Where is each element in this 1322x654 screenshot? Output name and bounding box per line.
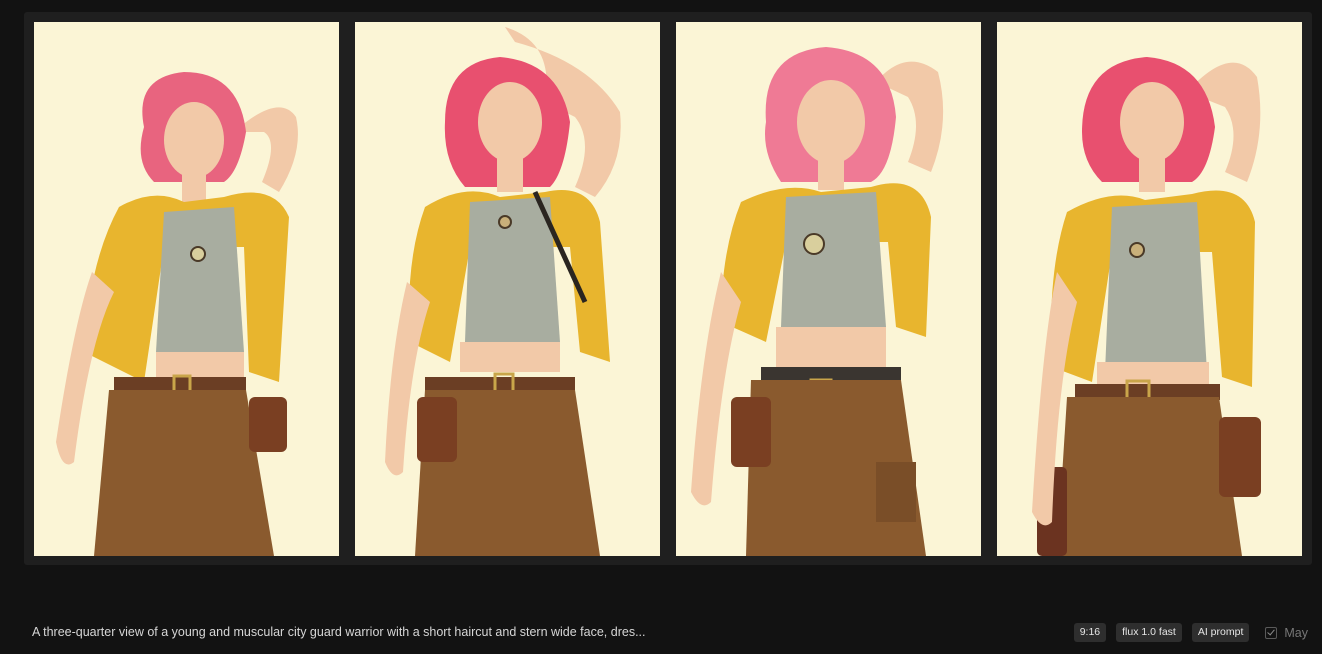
aspect-ratio-tag[interactable]: 9:16 bbox=[1073, 623, 1107, 642]
generation-footer: A three-quarter view of a young and musc… bbox=[0, 618, 1322, 648]
character-illustration-3 bbox=[676, 22, 981, 556]
public-toggle[interactable]: May bbox=[1265, 626, 1308, 640]
character-illustration-4 bbox=[997, 22, 1302, 556]
ai-prompt-tag[interactable]: AI prompt bbox=[1191, 623, 1250, 642]
model-tag[interactable]: flux 1.0 fast bbox=[1116, 623, 1182, 642]
character-illustration-2 bbox=[355, 22, 660, 556]
image-gallery-card bbox=[24, 12, 1312, 565]
checkbox-icon[interactable] bbox=[1265, 626, 1278, 639]
app-window: A three-quarter view of a young and musc… bbox=[0, 0, 1322, 654]
prompt-text[interactable]: A three-quarter view of a young and musc… bbox=[32, 625, 646, 639]
generated-image-4[interactable] bbox=[997, 22, 1302, 556]
character-illustration-1 bbox=[34, 22, 339, 556]
generated-image-2[interactable] bbox=[355, 22, 660, 556]
generation-tags: 9:16 flux 1.0 fast AI prompt May bbox=[1073, 623, 1308, 642]
generated-image-1[interactable] bbox=[34, 22, 339, 556]
generated-image-3[interactable] bbox=[676, 22, 981, 556]
public-toggle-label: May bbox=[1284, 625, 1308, 640]
